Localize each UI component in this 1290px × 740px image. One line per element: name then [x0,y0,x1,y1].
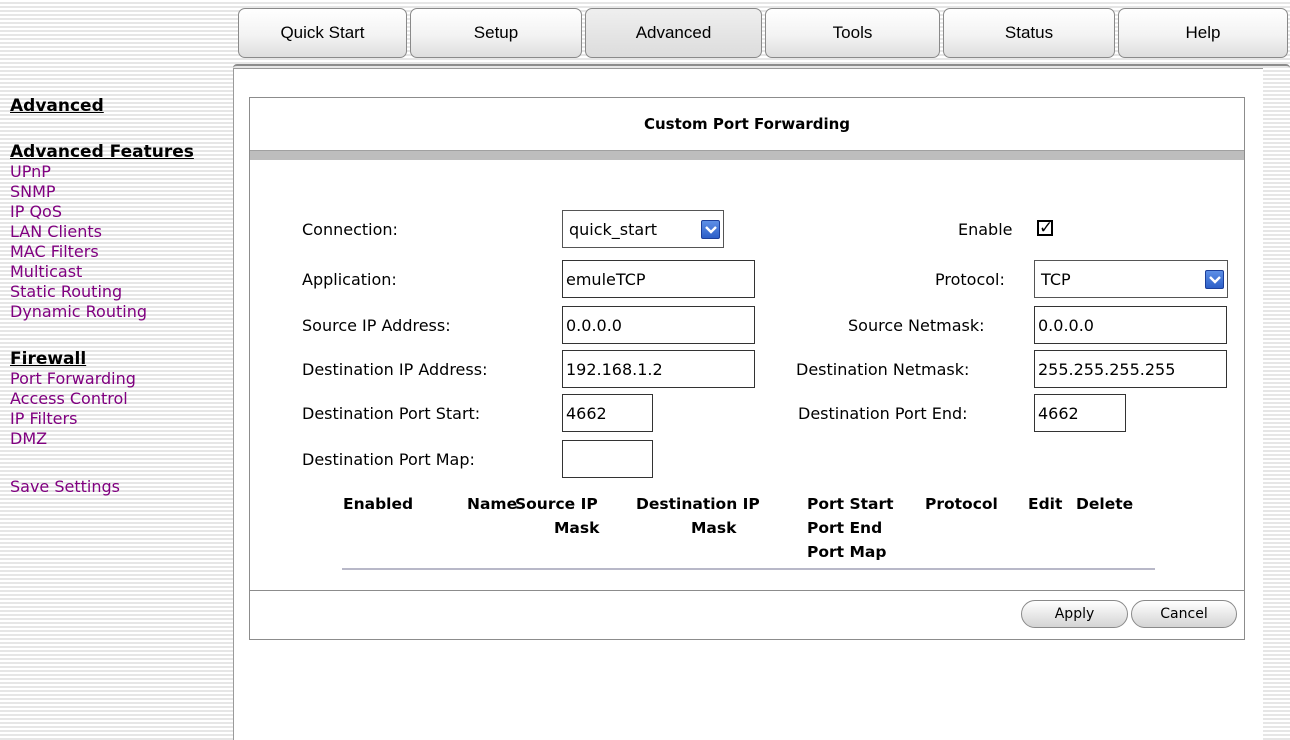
connection-select[interactable]: quick_start [562,210,724,248]
sidebar: Advanced Advanced Features UPnP SNMP IP … [10,96,232,497]
tab-label: Quick Start [280,23,365,42]
column-destination-ip: Destination IP [636,495,760,513]
enable-label: Enable [958,220,1013,239]
column-source-mask: Mask [554,519,600,537]
connection-value: quick_start [569,219,658,239]
source-ip-label: Source IP Address: [302,316,451,335]
column-source-ip: Source IP [515,495,598,513]
protocol-select[interactable]: TCP [1034,260,1228,298]
tab-label: Advanced [635,23,712,42]
sidebar-heading-advanced[interactable]: Advanced [10,96,232,116]
destination-ip-input[interactable] [562,350,755,388]
tab-status[interactable]: Status [943,8,1115,58]
tab-setup[interactable]: Setup [410,8,582,58]
page-title: Custom Port Forwarding [643,115,851,133]
protocol-label: Protocol: [935,270,1005,289]
sidebar-heading-advanced-features[interactable]: Advanced Features [10,142,232,162]
source-netmask-input[interactable] [1034,306,1227,344]
sidebar-item-port-forwarding[interactable]: Port Forwarding [10,369,232,389]
sidebar-item-mac-filters[interactable]: MAC Filters [10,242,232,262]
sidebar-heading-firewall[interactable]: Firewall [10,349,232,369]
sidebar-item-access-control[interactable]: Access Control [10,389,232,409]
title-divider [250,150,1244,160]
destination-port-start-input[interactable] [562,394,653,432]
sidebar-item-static-routing[interactable]: Static Routing [10,282,232,302]
cancel-button[interactable]: Cancel [1131,600,1237,628]
tab-bar-rule [233,64,1290,68]
sidebar-item-upnp[interactable]: UPnP [10,162,232,182]
tab-quick-start[interactable]: Quick Start [238,8,407,58]
column-destination-mask: Mask [691,519,737,537]
column-edit: Edit [1028,495,1063,513]
destination-netmask-input[interactable] [1034,350,1227,388]
chevron-down-icon[interactable] [1205,270,1224,289]
apply-button[interactable]: Apply [1021,600,1128,628]
destination-port-map-label: Destination Port Map: [302,450,475,469]
sidebar-item-save-settings[interactable]: Save Settings [10,477,232,497]
column-port-end: Port End [807,519,883,537]
destination-port-map-input[interactable] [562,440,653,478]
application-label: Application: [302,270,397,289]
sidebar-item-ip-filters[interactable]: IP Filters [10,409,232,429]
tab-label: Help [1185,23,1221,42]
destination-ip-label: Destination IP Address: [302,360,488,379]
sidebar-item-dmz[interactable]: DMZ [10,429,232,449]
sidebar-item-dynamic-routing[interactable]: Dynamic Routing [10,302,232,322]
tab-label: Tools [832,23,873,42]
destination-netmask-label: Destination Netmask: [796,360,970,379]
destination-port-end-label: Destination Port End: [798,404,968,423]
column-protocol: Protocol [925,495,998,513]
sidebar-item-ip-qos[interactable]: IP QoS [10,202,232,222]
column-enabled: Enabled [343,495,414,513]
column-name: Name [467,495,518,513]
table-rule [342,568,1155,570]
tab-help[interactable]: Help [1118,8,1288,58]
tab-tools[interactable]: Tools [765,8,940,58]
chevron-down-icon[interactable] [701,220,720,239]
column-port-map: Port Map [807,543,887,561]
tab-label: Status [1004,23,1054,42]
column-port-start: Port Start [807,495,894,513]
source-netmask-label: Source Netmask: [848,316,985,335]
sidebar-item-snmp[interactable]: SNMP [10,182,232,202]
sidebar-item-lan-clients[interactable]: LAN Clients [10,222,232,242]
destination-port-end-input[interactable] [1034,394,1126,432]
footer-divider [250,590,1244,591]
destination-port-start-label: Destination Port Start: [302,404,481,423]
connection-label: Connection: [302,220,398,239]
tab-label: Setup [473,23,519,42]
source-ip-input[interactable] [562,306,755,344]
enable-checkbox[interactable]: ✓ [1037,220,1053,237]
sidebar-item-multicast[interactable]: Multicast [10,262,232,282]
column-delete: Delete [1076,495,1134,513]
tab-advanced[interactable]: Advanced [585,8,762,58]
application-input[interactable] [562,260,755,298]
protocol-value: TCP [1041,269,1071,289]
